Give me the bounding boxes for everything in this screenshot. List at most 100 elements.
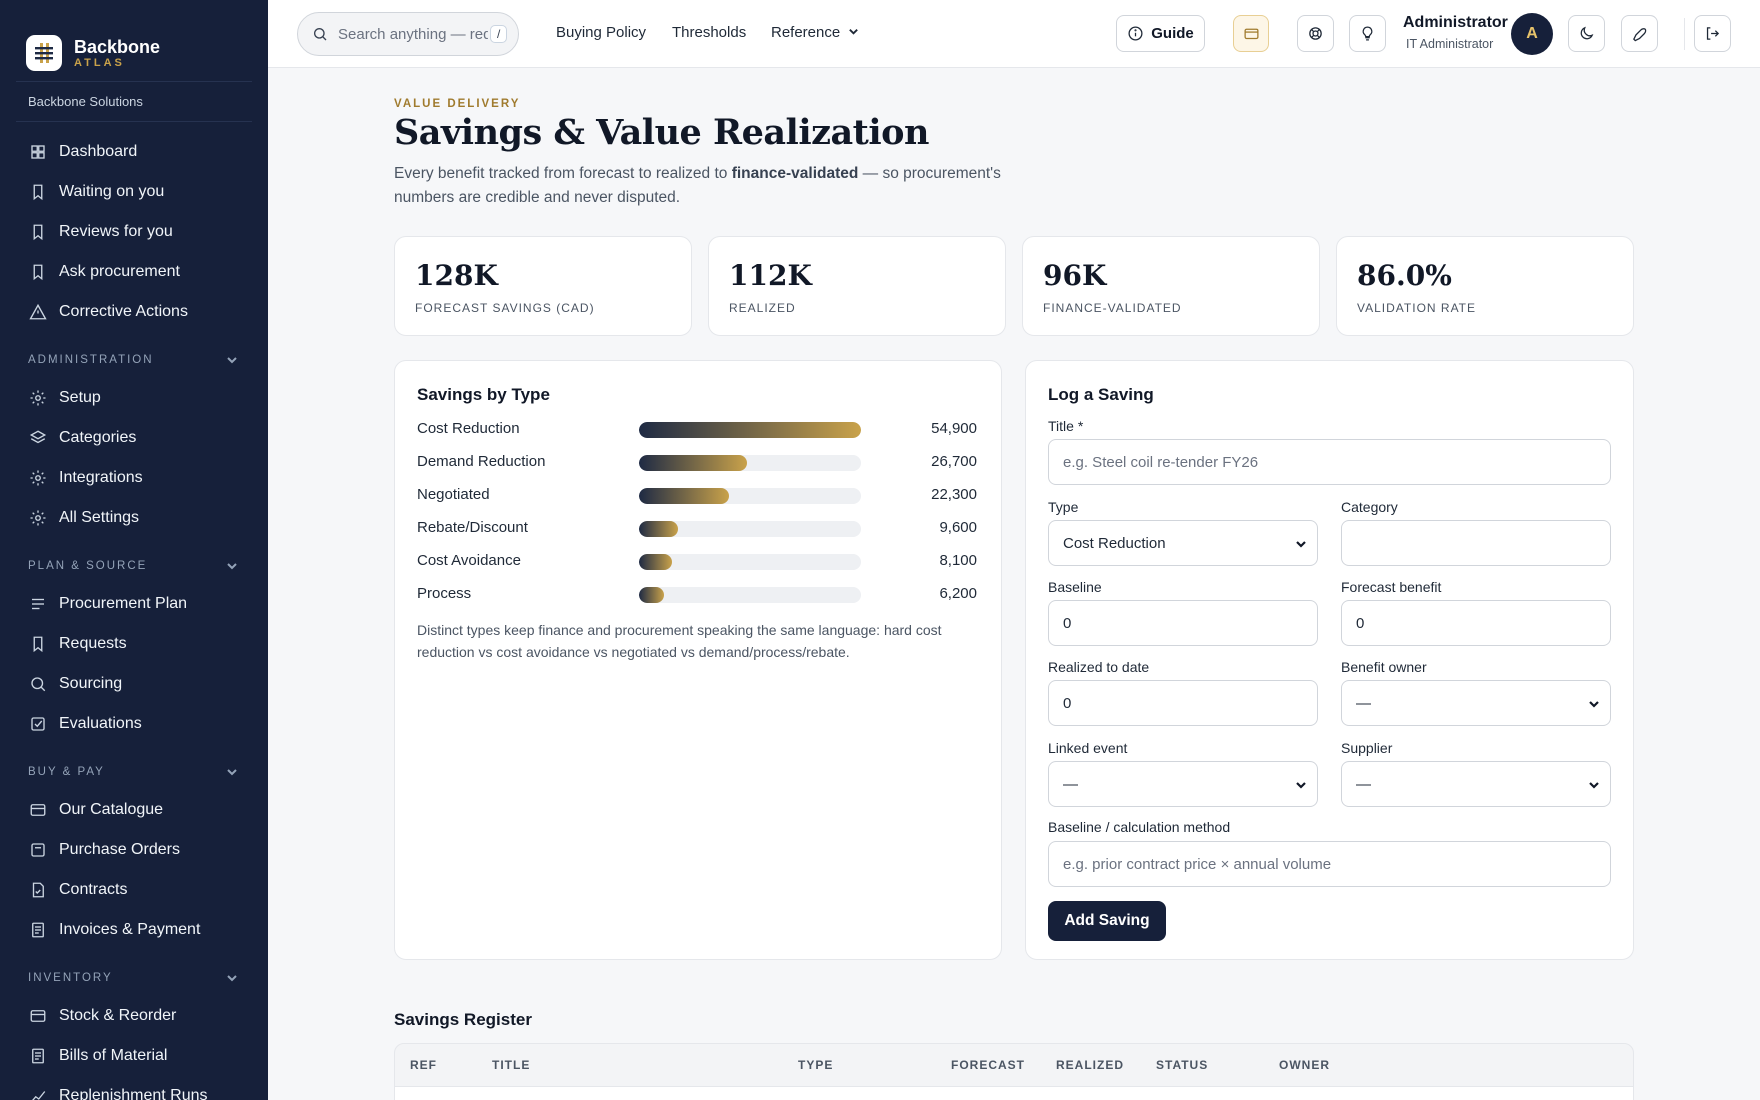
- sidebar-item-procurement-plan[interactable]: Procurement Plan: [0, 584, 268, 624]
- brand-subtitle: ATLAS: [74, 56, 125, 69]
- sidebar-section-inventory[interactable]: INVENTORY: [0, 960, 268, 996]
- sidebar-section-plan-and-source[interactable]: PLAN & SOURCE: [0, 548, 268, 584]
- bar-track: [639, 422, 861, 438]
- sidebar-item-bills-of-material[interactable]: Bills of Material: [0, 1036, 268, 1076]
- realized-field[interactable]: 0: [1048, 680, 1318, 726]
- wallet-button[interactable]: [1233, 15, 1269, 52]
- column-header-ref[interactable]: REF: [410, 1058, 437, 1072]
- search-shortcut-key: /: [490, 25, 508, 43]
- bar-track: [639, 455, 861, 471]
- search-input[interactable]: Search anything — req /: [297, 12, 519, 56]
- bar-row-process: Process 6,200: [417, 582, 977, 606]
- sidebar-item-categories[interactable]: Categories: [0, 418, 268, 458]
- method-field[interactable]: e.g. prior contract price × annual volum…: [1048, 841, 1611, 887]
- column-header-realized[interactable]: REALIZED: [1056, 1058, 1124, 1072]
- sidebar-item-label: Purchase Orders: [59, 841, 180, 858]
- brand-name: Backbone: [74, 36, 161, 57]
- chart-title: Savings by Type: [417, 385, 550, 404]
- column-header-title[interactable]: TITLE: [492, 1058, 530, 1072]
- sidebar-item-all-settings[interactable]: All Settings: [0, 498, 268, 538]
- forecast-benefit-label: Forecast benefit: [1341, 579, 1442, 595]
- sidebar-item-reviews-for-you[interactable]: Reviews for you: [0, 212, 268, 252]
- nav-link-buying-policy[interactable]: Buying Policy: [556, 24, 646, 41]
- category-field[interactable]: [1341, 520, 1611, 566]
- savings-register-title: Savings Register: [394, 1010, 532, 1029]
- baseline-field[interactable]: 0: [1048, 600, 1318, 646]
- sidebar-item-stock-and-reorder[interactable]: Stock & Reorder: [0, 996, 268, 1036]
- chevron-down-icon: [849, 29, 859, 35]
- sidebar-item-dashboard[interactable]: Dashboard: [0, 132, 268, 172]
- sidebar-item-setup[interactable]: Setup: [0, 378, 268, 418]
- lightbulb-icon: [1362, 26, 1373, 41]
- column-header-forecast[interactable]: FORECAST: [951, 1058, 1025, 1072]
- sidebar-item-sourcing[interactable]: Sourcing: [0, 664, 268, 704]
- sidebar-item-our-catalogue[interactable]: Our Catalogue: [0, 790, 268, 830]
- column-header-type[interactable]: TYPE: [798, 1058, 833, 1072]
- bar-track: [639, 554, 861, 570]
- category-label: Category: [1341, 499, 1398, 515]
- kpi-label: FINANCE-VALIDATED: [1043, 301, 1182, 315]
- sidebar-item-label: Ask procurement: [59, 263, 180, 280]
- bar-row-rebate-discount: Rebate/Discount 9,600: [417, 516, 977, 540]
- kpi-value: 86.0%: [1357, 259, 1452, 292]
- list-icon: [28, 594, 48, 614]
- kpi-value: 128K: [415, 259, 498, 292]
- nav-link-thresholds[interactable]: Thresholds: [672, 24, 746, 41]
- chevron-down-icon: [226, 560, 238, 572]
- sidebar-item-replenishment-runs[interactable]: Replenishment Runs: [0, 1076, 268, 1100]
- bar-row-cost-avoidance: Cost Avoidance 8,100: [417, 549, 977, 573]
- sidebar-item-label: Requests: [59, 635, 127, 652]
- logout-button[interactable]: [1694, 15, 1731, 52]
- brand-logo-icon: [26, 34, 62, 71]
- column-header-owner[interactable]: OWNER: [1279, 1058, 1330, 1072]
- benefit-owner-select[interactable]: —: [1341, 680, 1611, 726]
- bar-value-label: 54,900: [931, 420, 977, 437]
- guide-button[interactable]: Guide: [1116, 15, 1205, 52]
- sidebar-section-title: PLAN & SOURCE: [28, 560, 148, 572]
- avatar[interactable]: A: [1511, 13, 1553, 55]
- supplier-select[interactable]: —: [1341, 761, 1611, 807]
- gear-icon: [28, 468, 48, 488]
- desc-bold: finance-validated: [731, 165, 859, 182]
- brand[interactable]: Backbone ATLAS: [16, 0, 252, 82]
- sidebar-item-requests[interactable]: Requests: [0, 624, 268, 664]
- sidebar-item-invoices-and-payment[interactable]: Invoices & Payment: [0, 910, 268, 950]
- sidebar-item-waiting-on-you[interactable]: Waiting on you: [0, 172, 268, 212]
- megaphone-icon: [1633, 28, 1647, 42]
- kpi-label: REALIZED: [729, 301, 796, 315]
- sidebar-item-evaluations[interactable]: Evaluations: [0, 704, 268, 744]
- sidebar-item-integrations[interactable]: Integrations: [0, 458, 268, 498]
- guide-label: Guide: [1151, 25, 1194, 42]
- divider: [1684, 18, 1685, 50]
- sidebar-item-ask-procurement[interactable]: Ask procurement: [0, 252, 268, 292]
- theme-toggle-button[interactable]: [1568, 15, 1605, 52]
- organization-name: Backbone Solutions: [16, 82, 252, 122]
- warning-icon: [28, 302, 48, 322]
- linked-event-select[interactable]: —: [1048, 761, 1318, 807]
- title-field[interactable]: e.g. Steel coil re-tender FY26: [1048, 439, 1611, 485]
- gear-icon: [28, 388, 48, 408]
- type-select[interactable]: Cost Reduction: [1048, 520, 1318, 566]
- forecast-benefit-field[interactable]: 0: [1341, 600, 1611, 646]
- sidebar-item-purchase-orders[interactable]: Purchase Orders: [0, 830, 268, 870]
- announcements-button[interactable]: [1621, 15, 1658, 52]
- add-saving-button[interactable]: Add Saving: [1048, 901, 1166, 941]
- sidebar-section-buy-and-pay[interactable]: BUY & PAY: [0, 754, 268, 790]
- chevron-down-icon: [1588, 697, 1600, 714]
- column-header-status[interactable]: STATUS: [1156, 1058, 1208, 1072]
- sidebar-item-corrective-actions[interactable]: Corrective Actions: [0, 292, 268, 332]
- sidebar-nav: Dashboard Waiting on you Reviews for you As…: [0, 122, 268, 1100]
- log-saving-form: Log a Saving Title * e.g. Steel coil re-…: [1025, 360, 1634, 960]
- user-name: Administrator: [1403, 14, 1508, 31]
- sidebar-section-title: ADMINISTRATION: [28, 354, 154, 366]
- info-icon: [1128, 26, 1143, 41]
- catalogue-icon: [28, 1006, 48, 1026]
- help-button[interactable]: [1297, 15, 1334, 52]
- savings-register-header: REF TITLE TYPE FORECAST REALIZED STATUS …: [394, 1043, 1634, 1087]
- sidebar-item-contracts[interactable]: Contracts: [0, 870, 268, 910]
- bar: [639, 488, 730, 504]
- nav-link-reference[interactable]: Reference: [771, 24, 859, 41]
- sidebar-item-label: Integrations: [59, 469, 143, 486]
- ideas-button[interactable]: [1349, 15, 1386, 52]
- sidebar-section-administration[interactable]: ADMINISTRATION: [0, 342, 268, 378]
